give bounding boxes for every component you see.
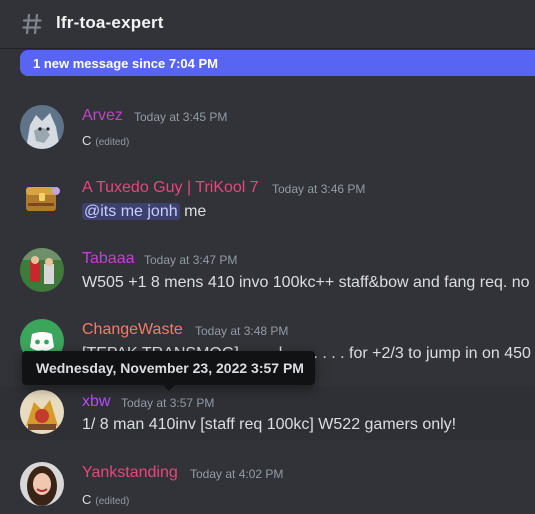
user-mention[interactable]: @its me jonh bbox=[82, 203, 180, 220]
timestamp[interactable]: Today at 3:48 PM bbox=[195, 324, 288, 338]
timestamp[interactable]: Today at 3:47 PM bbox=[144, 253, 237, 267]
avatar[interactable] bbox=[20, 248, 64, 292]
author-name[interactable]: xbw bbox=[82, 393, 110, 411]
message-content: W505 +1 8 mens 410 invo 100kc++ staff&bo… bbox=[82, 274, 530, 291]
channel-name: lfr-toa-expert bbox=[56, 13, 164, 32]
message[interactable]: Yankstanding Today at 4:02 PM C (edited) bbox=[0, 457, 535, 514]
new-messages-text: 1 new message since 7:04 PM bbox=[33, 56, 218, 71]
message[interactable]: Tabaaa Today at 3:47 PM W505 +1 8 mens 4… bbox=[0, 243, 535, 299]
message-content: @its me jonh me bbox=[82, 203, 206, 221]
new-messages-bar[interactable]: 1 new message since 7:04 PM bbox=[20, 50, 535, 76]
timestamp[interactable]: Today at 3:46 PM bbox=[272, 182, 365, 196]
message[interactable]: Arvez Today at 3:45 PM C (edited) bbox=[0, 100, 535, 158]
avatar[interactable] bbox=[20, 390, 64, 434]
author-name[interactable]: Yankstanding bbox=[82, 464, 178, 482]
tooltip-arrow bbox=[163, 385, 175, 391]
edited-label: (edited) bbox=[95, 496, 130, 507]
avatar[interactable] bbox=[20, 105, 64, 149]
hash-icon bbox=[22, 13, 42, 35]
message-text: me bbox=[184, 203, 207, 220]
timestamp[interactable]: Today at 3:45 PM bbox=[134, 110, 227, 124]
message-content: 1/ 8 man 410inv [staff req 100kc] W522 g… bbox=[82, 416, 457, 433]
author-name[interactable]: A Tuxedo Guy | TriKool 7 bbox=[82, 179, 259, 197]
message-text: C bbox=[82, 492, 92, 507]
timestamp[interactable]: Today at 4:02 PM bbox=[190, 467, 283, 481]
author-name[interactable]: ChangeWaste bbox=[82, 321, 183, 339]
message-content: C (edited) bbox=[82, 133, 129, 148]
message[interactable]: A Tuxedo Guy | TriKool 7 Today at 3:46 P… bbox=[0, 172, 535, 228]
timestamp[interactable]: Today at 3:57 PM bbox=[121, 396, 214, 410]
author-name[interactable]: Arvez bbox=[82, 107, 123, 125]
author-name[interactable]: Tabaaa bbox=[82, 250, 135, 268]
avatar[interactable] bbox=[20, 462, 64, 506]
message[interactable]: xbw Today at 3:57 PM 1/ 8 man 410inv [st… bbox=[0, 386, 535, 440]
avatar[interactable] bbox=[20, 177, 64, 221]
tooltip-text: Wednesday, November 23, 2022 3:57 PM bbox=[36, 360, 304, 376]
message-text: C bbox=[82, 133, 92, 148]
channel-header: lfr-toa-expert bbox=[0, 0, 535, 48]
edited-label: (edited) bbox=[95, 137, 130, 148]
message-content: C (edited) bbox=[82, 492, 129, 507]
timestamp-tooltip: Wednesday, November 23, 2022 3:57 PM bbox=[22, 351, 315, 385]
